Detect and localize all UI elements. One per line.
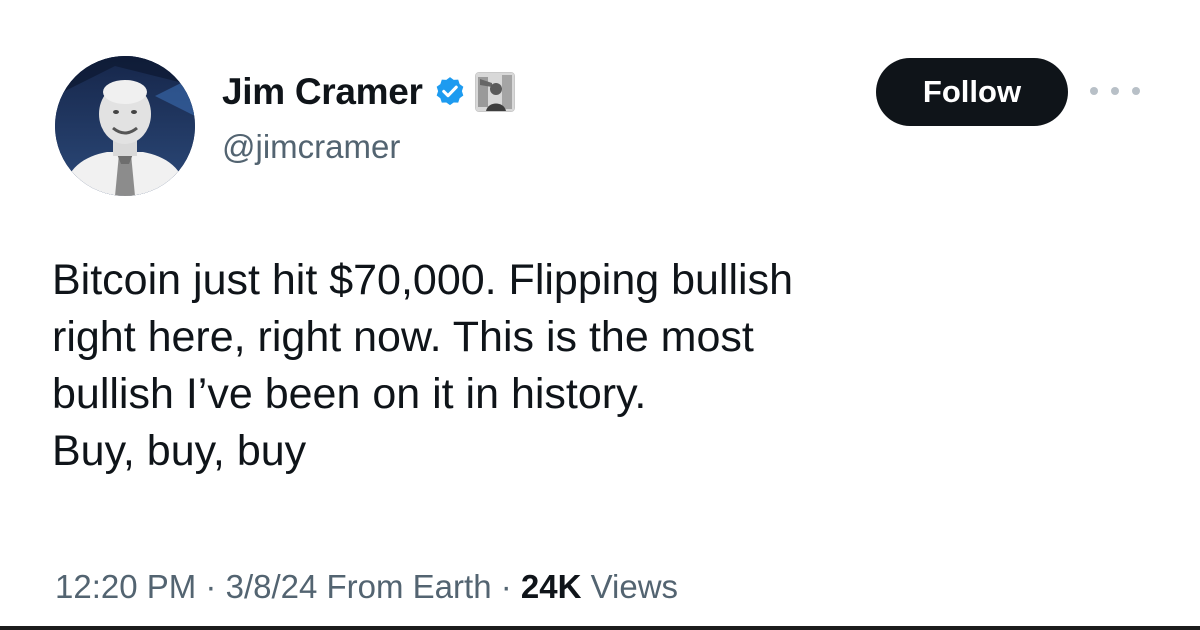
meta-separator: · [205, 568, 217, 605]
tweet-time[interactable]: 12:20 PM [55, 568, 196, 605]
author-handle[interactable]: @jimcramer [222, 128, 400, 166]
bottom-divider [0, 626, 1200, 630]
views-count[interactable]: 24K [521, 568, 582, 605]
tweet-text-line: Buy, buy, buy [52, 427, 307, 475]
dot [1132, 87, 1140, 95]
affiliate-badge-icon[interactable] [474, 72, 515, 112]
author-avatar[interactable] [55, 56, 195, 196]
display-name-row: Jim Cramer [222, 66, 515, 118]
tweet-text-line: bullish I’ve been on it in history. [52, 370, 647, 418]
tweet-card: Jim Cramer @jimcramer Follow Bitcoin jus… [0, 0, 1200, 630]
tweet-text-line: right here, right now. This is the most [52, 313, 754, 361]
views-label: Views [590, 568, 679, 605]
more-options-icon[interactable] [1090, 78, 1140, 104]
dot [1111, 87, 1119, 95]
verified-badge-icon[interactable] [433, 75, 467, 109]
follow-button[interactable]: Follow [876, 58, 1068, 126]
tweet-date-source[interactable]: 3/8/24 From Earth [226, 568, 492, 605]
dot [1090, 87, 1098, 95]
meta-separator: · [500, 568, 512, 605]
tweet-meta: 12:20 PM · 3/8/24 From Earth · 24K Views [55, 568, 678, 606]
tweet-text: Bitcoin just hit $70,000. Flipping bulli… [52, 252, 1162, 480]
display-name[interactable]: Jim Cramer [222, 71, 423, 113]
tweet-text-line: Bitcoin just hit $70,000. Flipping bulli… [52, 256, 793, 304]
